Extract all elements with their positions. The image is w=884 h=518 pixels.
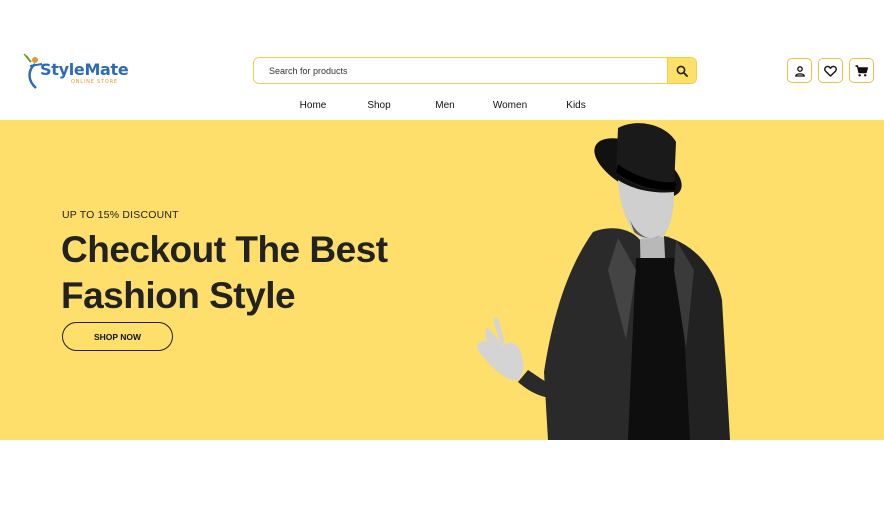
account-button[interactable] bbox=[787, 58, 812, 83]
hero-headline: Checkout The Best Fashion Style bbox=[61, 227, 388, 319]
search-bar bbox=[253, 57, 697, 84]
hero-headline-line-2: Fashion Style bbox=[61, 275, 296, 316]
heart-icon bbox=[824, 65, 837, 77]
shop-now-button[interactable]: SHOP NOW bbox=[62, 322, 173, 351]
hero-headline-line-1: Checkout The Best bbox=[61, 229, 388, 270]
nav-item-shop[interactable]: Shop bbox=[367, 100, 390, 111]
nav-item-kids[interactable]: Kids bbox=[566, 100, 585, 111]
user-icon bbox=[794, 65, 805, 77]
brand-tagline: ONLINE STORE bbox=[71, 79, 118, 85]
cart-icon bbox=[855, 64, 868, 76]
nav-item-women[interactable]: Women bbox=[493, 100, 527, 111]
hero-model-image bbox=[477, 123, 730, 440]
nav-item-men[interactable]: Men bbox=[435, 100, 454, 111]
brand-name: StyleMate bbox=[40, 60, 129, 79]
nav-item-home[interactable]: Home bbox=[300, 100, 327, 111]
search-icon bbox=[676, 65, 688, 77]
cart-button[interactable] bbox=[849, 58, 874, 83]
wishlist-button[interactable] bbox=[818, 58, 843, 83]
brand-logo[interactable]: StyleMate ONLINE STORE bbox=[22, 52, 129, 92]
search-input[interactable] bbox=[254, 58, 668, 83]
search-button[interactable] bbox=[667, 58, 696, 83]
hero-banner: UP TO 15% DISCOUNT Checkout The Best Fas… bbox=[0, 120, 884, 440]
main-nav: Home Shop Men Women Kids bbox=[0, 100, 884, 114]
hero-discount-label: UP TO 15% DISCOUNT bbox=[62, 209, 179, 221]
